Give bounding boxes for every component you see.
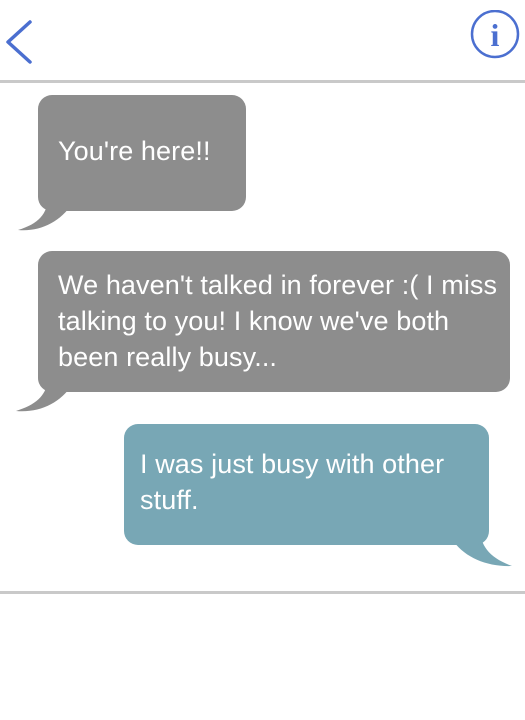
info-button[interactable]: i — [468, 9, 524, 60]
footer-divider — [0, 591, 525, 594]
info-glyph: i — [491, 17, 500, 53]
message-text: We haven't talked in forever :( I miss t… — [58, 270, 498, 372]
message-bubble-2: We haven't talked in forever :( I miss t… — [38, 251, 510, 392]
info-circle-icon: i — [470, 9, 520, 59]
header-divider — [0, 80, 525, 83]
message-text: You're here!! — [58, 136, 211, 166]
back-button[interactable] — [0, 14, 44, 70]
chat-header: i — [0, 0, 525, 82]
message-text: I was just busy with other stuff. — [140, 449, 445, 515]
message-bubble-3: I was just busy with other stuff. — [124, 424, 489, 545]
message-bubble-1: You're here!! — [38, 95, 246, 211]
chevron-left-icon — [6, 20, 32, 64]
